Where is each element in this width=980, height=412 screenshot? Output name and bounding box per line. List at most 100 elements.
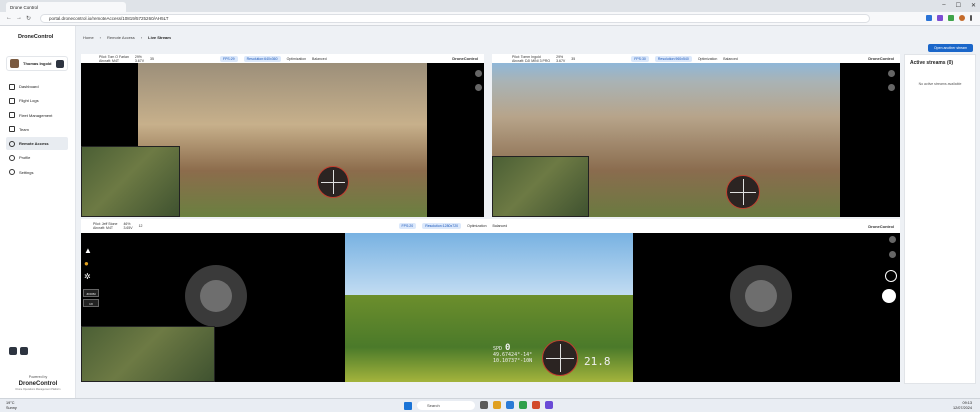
clock[interactable]: 09:13 12/07/2024 <box>953 401 972 410</box>
fleet-icon <box>9 112 15 119</box>
reload-icon[interactable]: ↻ <box>26 15 31 22</box>
zoom-controls: ZOOM 1X <box>83 289 99 307</box>
address-bar: ← → ↻ portal.dronecontrol.io/remoteAcces… <box>0 12 980 26</box>
minimap[interactable] <box>81 326 215 382</box>
back-icon[interactable]: ← <box>6 15 12 21</box>
navigation-arrow-icon[interactable]: ▲ <box>84 246 92 255</box>
stream-brand: DroneControl <box>868 223 894 229</box>
browser-tab[interactable]: Drone Control <box>6 2 126 12</box>
start-icon[interactable] <box>404 402 412 410</box>
browser-tab-bar: Drone Control – ☐ ✕ <box>0 0 980 12</box>
sidebar-item-fleet-management[interactable]: Fleet Management <box>6 109 68 122</box>
dashboard-icon <box>9 83 15 90</box>
optimization-label: Optimization <box>697 56 718 61</box>
sidebar-item-remote-access[interactable]: Remote Access <box>6 137 68 151</box>
profile-icon[interactable] <box>959 15 965 21</box>
capture-button[interactable] <box>882 289 896 303</box>
stream-record-button[interactable] <box>475 84 482 91</box>
attitude-gauge <box>542 340 578 376</box>
stream-record-button[interactable] <box>889 251 896 258</box>
rotate-icon[interactable] <box>885 270 897 282</box>
sidebar-item-dashboard[interactable]: Dashboard <box>6 80 68 93</box>
signal-strength: 12 <box>138 224 143 228</box>
optimization-select[interactable]: Balanced <box>493 224 508 228</box>
sidebar-item-profile[interactable]: Profile <box>6 151 68 164</box>
maximize-icon[interactable]: ☐ <box>956 2 961 9</box>
altitude-value: 21.8 <box>584 355 611 368</box>
app-icon[interactable] <box>480 401 488 409</box>
tab-title: Drone Control <box>10 4 39 10</box>
avatar <box>10 59 19 68</box>
stream-settings-button[interactable] <box>475 70 482 77</box>
drone-icon[interactable]: ✲ <box>84 272 92 281</box>
extension-icon[interactable] <box>937 15 943 21</box>
app-logo[interactable]: DroneControl <box>18 34 53 40</box>
team-icon <box>9 126 15 133</box>
user-card[interactable]: Thomas Ingold <box>6 56 68 71</box>
battery-voltage: 3.67V <box>556 58 566 63</box>
close-icon[interactable]: ✕ <box>971 2 976 9</box>
sidebar-item-team[interactable]: Team <box>6 123 68 136</box>
sidebar-item-label: Fleet Management <box>19 112 53 118</box>
taskbar-search[interactable]: Search <box>417 401 475 410</box>
forward-icon[interactable]: → <box>16 15 22 21</box>
app-icon[interactable] <box>519 401 527 409</box>
stream-settings-button[interactable] <box>889 236 896 243</box>
open-another-stream-button[interactable]: Open another stream <box>928 44 973 52</box>
sidebar-item-settings[interactable]: Settings <box>6 166 68 179</box>
breadcrumb-remote-access[interactable]: Remote Access <box>107 35 135 40</box>
stream-header: Pilot: Tomm Ingold Aircraft: DJI MINI 3 … <box>492 54 900 63</box>
extension-icon[interactable] <box>926 15 932 21</box>
minimize-icon[interactable]: – <box>942 2 945 9</box>
fps-badge: FPS:29 <box>219 55 238 62</box>
weather-widget[interactable]: 19°C Sunny <box>6 401 17 410</box>
logout-button[interactable] <box>56 60 64 68</box>
stream-brand: DroneControl <box>868 56 894 61</box>
optimization-select[interactable]: Balanced <box>723 57 738 61</box>
window-controls: – ☐ ✕ <box>942 2 976 9</box>
stream-record-button[interactable] <box>888 84 895 91</box>
resolution-badge[interactable]: Resolution:1280x720 <box>422 223 462 229</box>
date: 12/07/2024 <box>952 405 972 410</box>
joystick-knob[interactable] <box>200 280 232 312</box>
extension-icon[interactable] <box>948 15 954 21</box>
aircraft-name: Aircraft: M4T <box>93 226 114 230</box>
app-icon[interactable] <box>493 401 501 409</box>
weather-condition: Sunny <box>6 405 17 410</box>
zoom-button[interactable]: ZOOM <box>83 289 99 297</box>
theme-toggle-button[interactable] <box>20 347 28 355</box>
collapse-sidebar-button[interactable] <box>9 347 17 355</box>
home-point-icon[interactable]: ● <box>84 259 92 268</box>
joystick-knob[interactable] <box>745 280 777 312</box>
stream-settings-button[interactable] <box>888 70 895 77</box>
zoom-level[interactable]: 1X <box>83 299 99 307</box>
left-joystick[interactable] <box>185 265 247 327</box>
app-icon[interactable] <box>545 401 553 409</box>
aircraft-name: Aircraft: DJI MINI 3 PRO <box>512 58 551 63</box>
optimization-select[interactable]: Balanced <box>312 57 327 61</box>
minimap[interactable] <box>492 156 589 217</box>
stream-top-right: Pilot: Tomm Ingold Aircraft: DJI MINI 3 … <box>492 54 900 217</box>
url-field[interactable]: portal.dronecontrol.io/remoteAccess/1081… <box>40 14 870 23</box>
remote-access-icon <box>9 140 15 147</box>
resolution-badge[interactable]: Resolution:640x360 <box>243 55 281 62</box>
flight-logs-icon <box>9 97 15 104</box>
footer-logo: DroneControl <box>18 381 58 387</box>
menu-icon[interactable] <box>970 15 972 21</box>
browser-extensions <box>926 15 972 21</box>
attitude-gauge <box>317 166 349 198</box>
sidebar-item-flight-logs[interactable]: Flight Logs <box>6 94 68 107</box>
active-streams-title: Active streams (0) <box>910 60 954 66</box>
breadcrumb-home[interactable]: Home <box>83 35 94 40</box>
sidebar-item-label: Settings <box>19 169 34 175</box>
app-icon[interactable] <box>532 401 540 409</box>
battery-voltage: 3.65V <box>123 226 133 230</box>
active-streams-panel: Active streams (0) No active streams ava… <box>904 54 976 384</box>
app-icon[interactable] <box>506 401 514 409</box>
resolution-badge[interactable]: Resolution:960x540 <box>654 55 692 62</box>
sidebar-nav: Dashboard Flight Logs Fleet Management T… <box>6 80 68 180</box>
stream-header: Pilot: Tom O Farlan Aircraft: M4T 29% 3.… <box>81 54 484 63</box>
right-joystick[interactable] <box>730 265 792 327</box>
minimap[interactable] <box>81 146 180 217</box>
gear-icon <box>9 169 15 176</box>
